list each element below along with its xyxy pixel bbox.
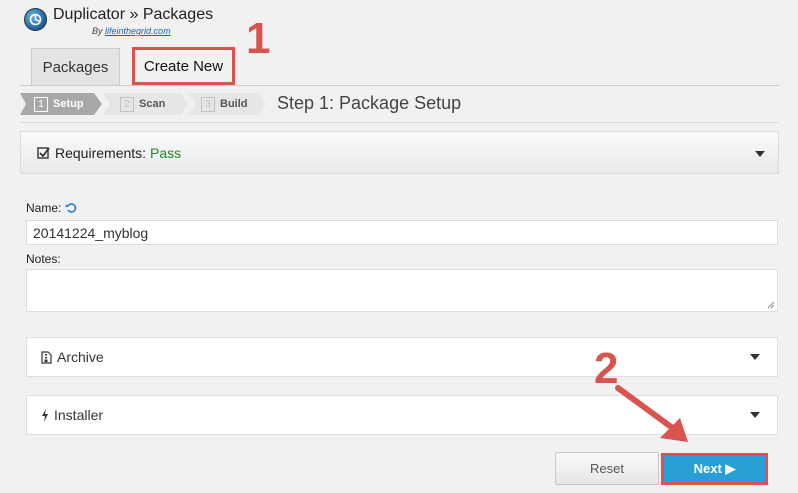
file-archive-icon — [41, 350, 52, 364]
duplicator-logo-icon — [24, 8, 47, 31]
byline-link[interactable]: lifeinthegrid.com — [105, 26, 171, 36]
bolt-icon — [42, 408, 48, 422]
name-label-row: Name: — [26, 201, 77, 215]
byline: By lifeinthegrid.com — [92, 26, 171, 36]
resize-grip-icon[interactable] — [767, 301, 775, 309]
requirements-status: Pass — [150, 144, 182, 161]
requirements-label: Requirements: — [55, 144, 147, 161]
next-button[interactable]: Next ▶ — [664, 456, 765, 482]
archive-label: Archive — [57, 349, 104, 365]
notes-label: Notes: — [26, 252, 61, 266]
page-title: Duplicator » Packages — [53, 6, 214, 23]
wizard-step-scan: 2 Scan — [120, 93, 165, 115]
annotation-one: 1 — [246, 14, 271, 63]
chevron-down-icon[interactable] — [750, 354, 760, 360]
checkbox-icon — [37, 147, 50, 159]
wizard-step-build: 3 Build — [201, 93, 248, 115]
name-label: Name: — [26, 201, 62, 215]
step-title: Step 1: Package Setup — [277, 93, 462, 113]
requirements-panel[interactable]: Requirements: Pass — [20, 131, 779, 174]
name-input[interactable]: 20141224_myblog — [26, 220, 778, 245]
tab-create-new[interactable]: Create New — [132, 47, 235, 85]
archive-panel[interactable]: Archive — [26, 337, 778, 377]
reset-button[interactable]: Reset — [555, 452, 659, 485]
tab-divider — [20, 85, 779, 86]
annotation-arrow — [615, 385, 688, 442]
installer-label: Installer — [54, 407, 104, 423]
tab-packages[interactable]: Packages — [31, 48, 120, 85]
notes-textarea[interactable] — [26, 269, 778, 312]
chevron-down-icon[interactable] — [750, 412, 760, 418]
divider — [20, 122, 779, 123]
undo-icon[interactable] — [65, 202, 77, 214]
wizard-step-setup: 1 Setup — [34, 93, 84, 115]
chevron-down-icon[interactable] — [755, 151, 765, 157]
